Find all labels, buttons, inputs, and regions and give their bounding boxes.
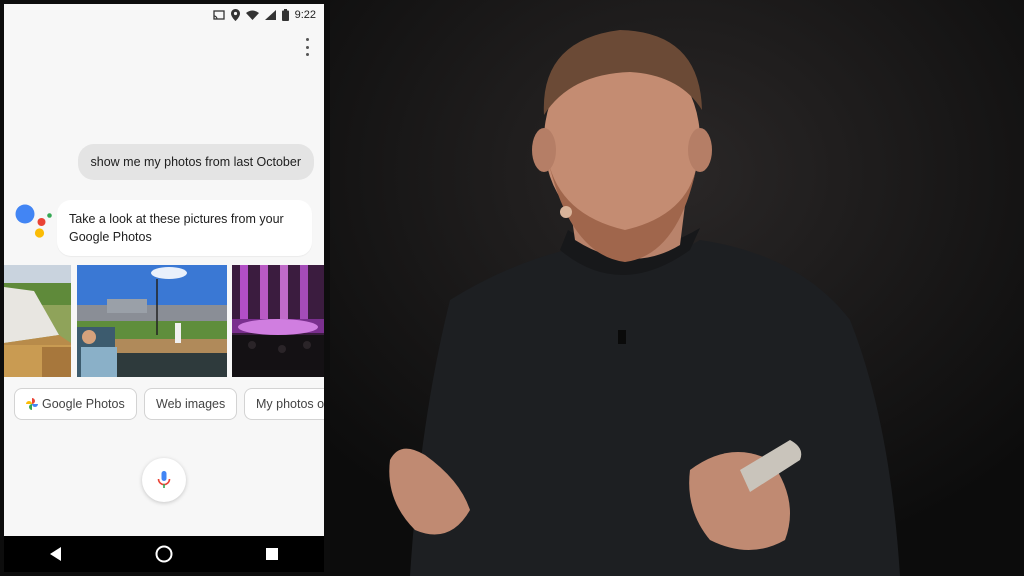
my-photos-chip[interactable]: My photos of [244, 388, 324, 420]
google-photos-chip[interactable]: Google Photos [14, 388, 137, 420]
photo-tent-field[interactable] [4, 265, 71, 377]
cell-signal-icon [264, 10, 276, 20]
photo-concert-stage[interactable] [232, 265, 324, 377]
presenter-video [330, 0, 1024, 576]
photo-baseball-stadium[interactable] [77, 265, 227, 377]
recents-icon[interactable] [265, 548, 278, 560]
wifi-icon [245, 10, 259, 20]
cast-icon [212, 10, 225, 20]
user-query-bubble: show me my photos from last October [77, 144, 314, 180]
overflow-menu-icon[interactable] [302, 38, 312, 56]
phone-screen: 9:22 show me my photos from last October… [4, 4, 324, 572]
web-images-chip[interactable]: Web images [144, 388, 238, 420]
google-photos-icon [26, 398, 38, 410]
my-photos-chip-label: My photos of [256, 397, 324, 411]
location-icon [230, 9, 240, 21]
photo-carousel[interactable] [4, 265, 324, 377]
back-icon[interactable] [50, 547, 62, 561]
presenter-image [330, 0, 1024, 576]
google-assistant-logo-icon [15, 204, 52, 238]
battery-icon [281, 9, 289, 21]
google-photos-chip-label: Google Photos [42, 397, 125, 411]
microphone-button[interactable] [142, 458, 186, 502]
suggestion-chips: Google Photos Web images My photos of [14, 388, 324, 422]
navigation-bar [4, 536, 324, 572]
status-time: 9:22 [294, 9, 316, 21]
web-images-chip-label: Web images [156, 397, 226, 411]
status-bar: 9:22 [4, 4, 324, 26]
assistant-response-bubble: Take a look at these pictures from your … [57, 200, 312, 256]
home-icon[interactable] [155, 545, 173, 563]
microphone-icon [157, 471, 171, 488]
